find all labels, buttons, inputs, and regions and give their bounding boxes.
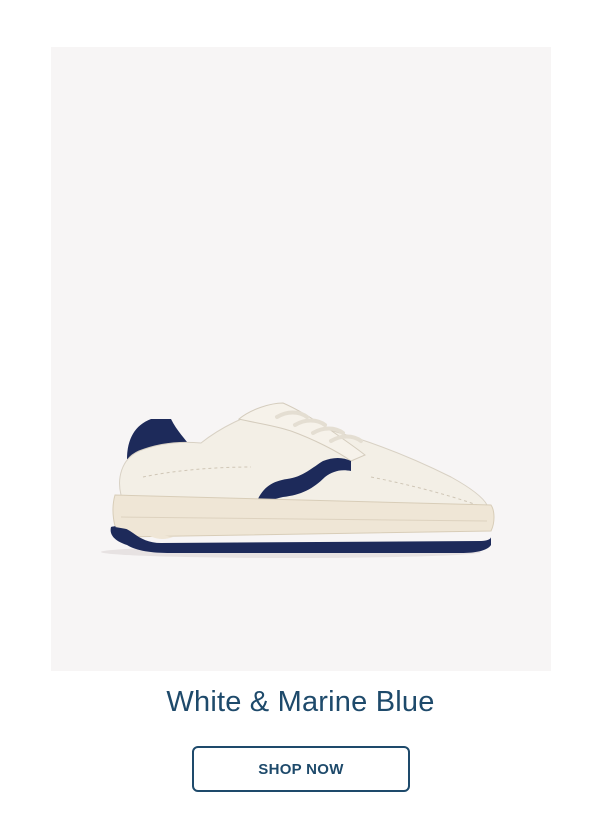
product-image[interactable] bbox=[51, 47, 551, 671]
sneaker-image bbox=[101, 402, 495, 558]
shop-now-button[interactable]: SHOP NOW bbox=[192, 746, 410, 792]
product-title: White & Marine Blue bbox=[166, 686, 435, 718]
